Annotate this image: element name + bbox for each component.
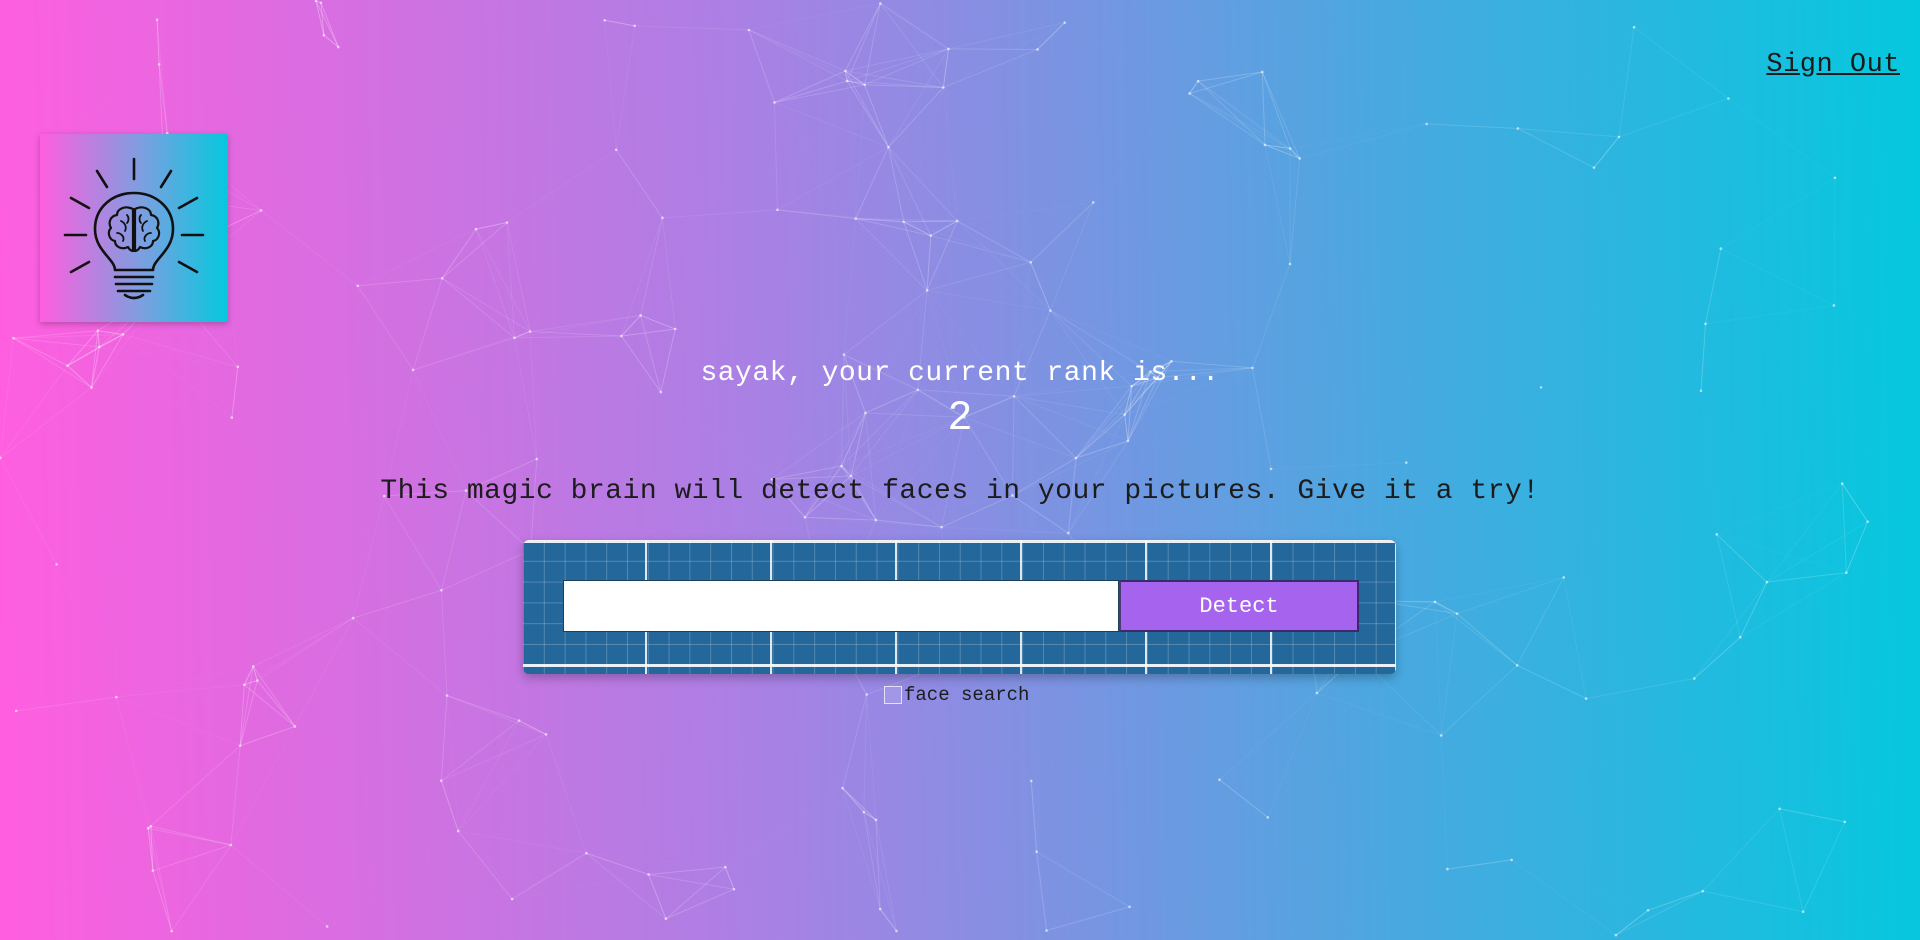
rank-value: 2 bbox=[947, 394, 973, 442]
logo[interactable] bbox=[40, 134, 228, 322]
grid-line-top bbox=[523, 540, 1396, 543]
grid-line-bottom bbox=[523, 664, 1396, 667]
face-search-label: face search bbox=[904, 684, 1030, 706]
image-link-form: Detect bbox=[523, 540, 1396, 674]
face-search-checkbox[interactable] bbox=[884, 686, 902, 704]
image-url-input[interactable] bbox=[563, 580, 1119, 632]
brain-lightbulb-icon bbox=[63, 157, 205, 300]
particle-network-background bbox=[0, 0, 1869, 937]
sign-out-link[interactable]: Sign Out bbox=[1766, 50, 1900, 80]
rank-message: sayak, your current rank is... bbox=[700, 358, 1220, 389]
detect-button[interactable]: Detect bbox=[1119, 580, 1359, 632]
intro-text: This magic brain will detect faces in yo… bbox=[380, 476, 1540, 507]
face-search-option[interactable]: face search bbox=[884, 684, 1029, 706]
